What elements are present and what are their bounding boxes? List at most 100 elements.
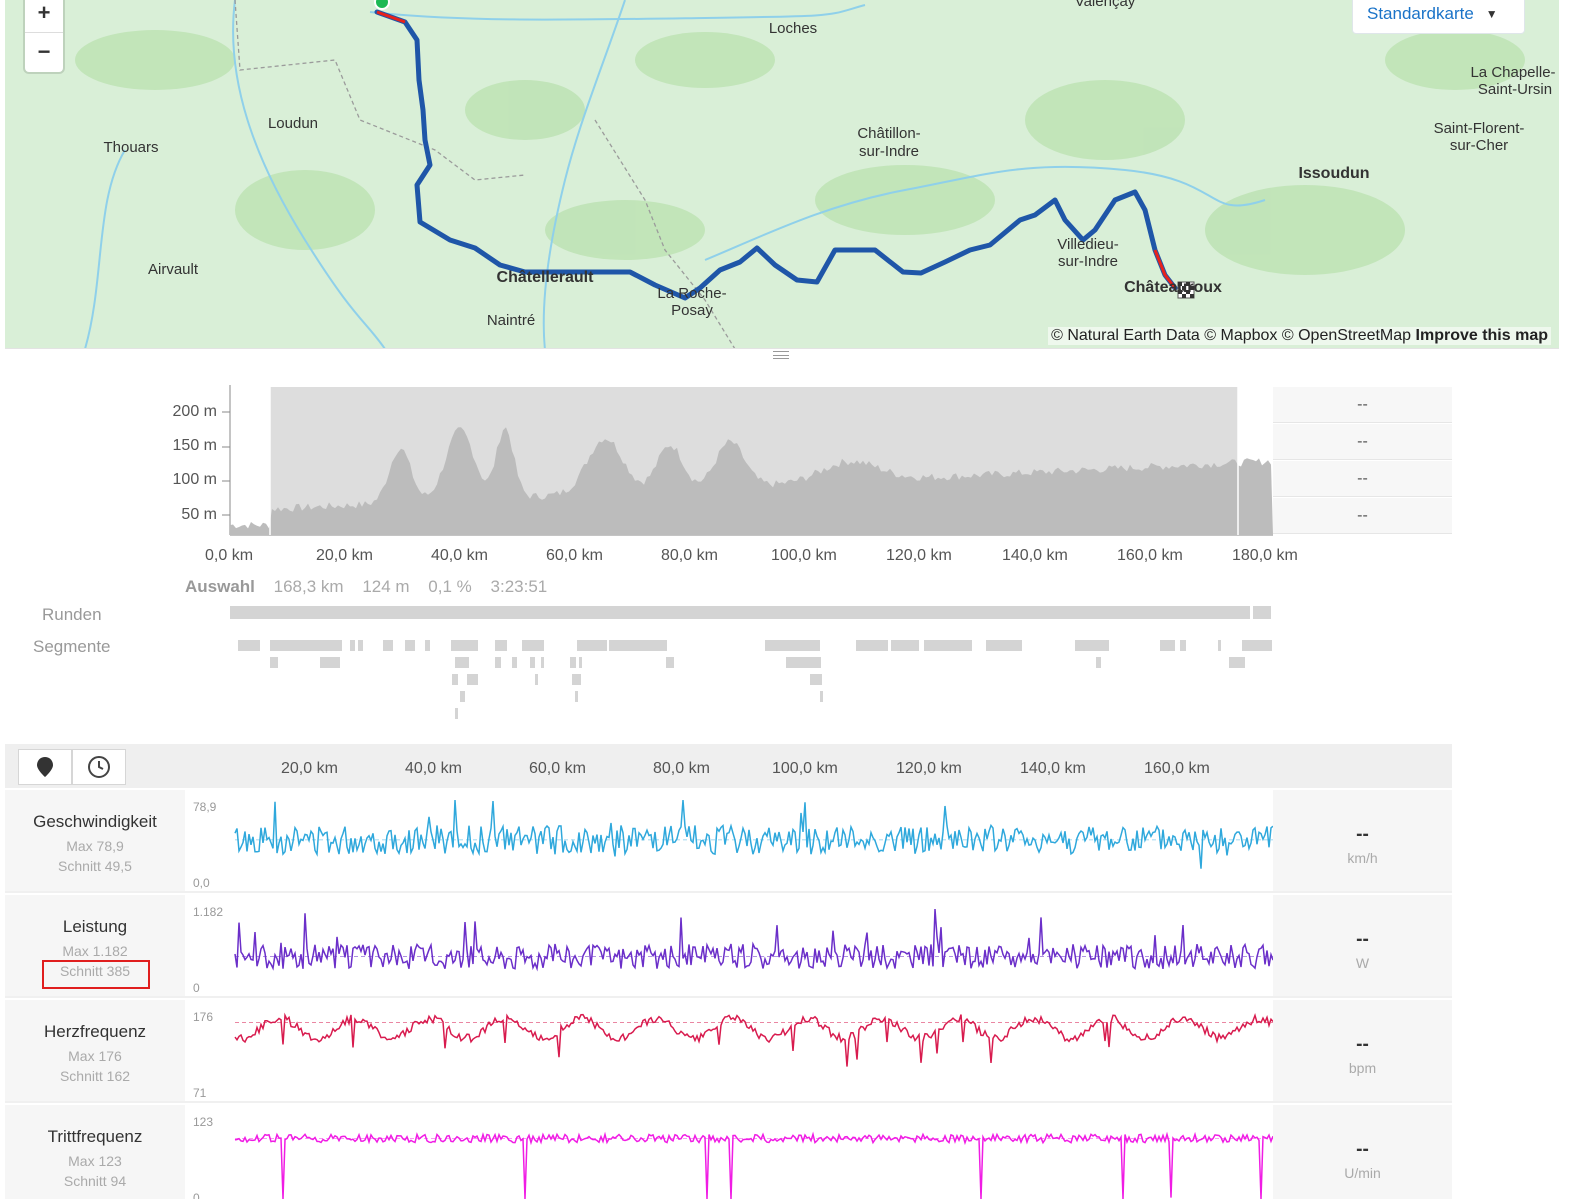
stream-side: -- W <box>1273 895 1452 996</box>
stream-y-min: 0,0 <box>193 876 210 890</box>
selection-grade: 0,1 % <box>428 577 472 596</box>
elev-x-tick: 40,0 km <box>431 547 488 564</box>
stream-name: Herzfrequenz <box>43 1022 147 1041</box>
elevation-profile: 200 m 150 m 100 m 50 m 0,0 km 20,0 km 40… <box>0 365 1569 745</box>
map-canvas: Valençay Loches Loudun Thouars Châtillon-sur… <box>75 0 1556 348</box>
map-style-select[interactable]: Standardkarte ▼ <box>1352 0 1525 34</box>
stream-plot[interactable]: 1.182 0 <box>185 895 1274 996</box>
stream-current-value: -- <box>1356 1139 1369 1160</box>
stream-unit: W <box>1355 955 1370 971</box>
elev-side-value: -- <box>1273 424 1452 460</box>
map-place-label: La Roche- <box>657 285 726 302</box>
stream-label: Geschwindigkeit Max 78,9 Schnitt 49,5 <box>5 790 185 891</box>
stream-label: Herzfrequenz Max 176 Schnitt 162 <box>5 1000 185 1101</box>
stream-side: -- km/h <box>1273 790 1452 891</box>
map-place-label: Saint-Ursin <box>1478 81 1552 98</box>
map-place-label: Thouars <box>103 139 158 156</box>
map-place-label: Issoudun <box>1298 165 1369 182</box>
improve-map-link[interactable]: Improve this map <box>1416 327 1548 344</box>
stream-y-max: 78,9 <box>193 800 217 814</box>
stream-max: Max 78,9 <box>66 838 124 854</box>
stream-name: Leistung <box>62 917 128 936</box>
map-place-label: Airvault <box>148 261 199 278</box>
selection-distance: 168,3 km <box>273 577 344 596</box>
stream-y-max: 123 <box>193 1115 214 1129</box>
map-place-label: Loches <box>769 20 817 37</box>
streams-x-tick: 80,0 km <box>653 760 710 777</box>
time-mode-button[interactable] <box>72 749 126 785</box>
stream-series-line <box>234 799 1274 869</box>
map-place-label: sur-Indre <box>859 143 919 160</box>
elev-x-tick: 120,0 km <box>886 547 952 564</box>
elev-y-tick: 50 m <box>181 506 217 523</box>
zoom-control: + − <box>25 0 63 72</box>
clock-icon <box>88 756 110 778</box>
stream-label: Trittfrequenz Max 123 Schnitt 94 <box>5 1105 185 1199</box>
map-place-label: Châteauroux <box>1124 279 1222 296</box>
streams-header: 20,0 km 40,0 km 60,0 km 80,0 km 100,0 km… <box>5 744 1452 788</box>
map-attribution: © Natural Earth Data © Mapbox © OpenStre… <box>1048 327 1551 345</box>
stream-row-speed: Geschwindigkeit Max 78,9 Schnitt 49,5 78… <box>5 790 1452 893</box>
map-place-label: Loudun <box>268 115 318 132</box>
elev-x-tick: 80,0 km <box>661 547 718 564</box>
elev-x-tick: 140,0 km <box>1002 547 1068 564</box>
stream-side: -- U/min <box>1273 1105 1452 1199</box>
selection-time: 3:23:51 <box>490 577 548 596</box>
stream-row-cadence: Trittfrequenz Max 123 Schnitt 94 123 0 -… <box>5 1105 1452 1199</box>
segments-label: Segmente <box>33 637 111 656</box>
stream-y-min: 71 <box>193 1086 207 1100</box>
stream-plot[interactable]: 123 0 <box>185 1105 1274 1199</box>
stream-unit: bpm <box>1348 1060 1377 1076</box>
stream-y-max: 1.182 <box>193 905 224 919</box>
map-place-label: Villedieu- <box>1057 236 1118 253</box>
elev-y-tick: 200 m <box>172 403 217 420</box>
distance-mode-button[interactable] <box>18 749 72 785</box>
elev-side-value: -- <box>1273 461 1452 497</box>
elev-x-tick: 0,0 km <box>205 547 254 564</box>
stream-y-min: 0 <box>193 981 200 995</box>
stream-row-power: Leistung Max 1.182 Schnitt 385 1.182 0 -… <box>5 895 1452 998</box>
streams-x-tick: 160,0 km <box>1144 760 1210 777</box>
stream-max: Max 123 <box>68 1153 122 1169</box>
stream-name: Geschwindigkeit <box>33 812 157 831</box>
highlight-box <box>42 960 150 989</box>
map-place-label: Châtillon- <box>857 125 920 142</box>
stream-avg: Schnitt 94 <box>63 1173 127 1189</box>
selection-summary: Auswahl 168,3 km 124 m 0,1 % 3:23:51 <box>185 577 561 597</box>
chevron-down-icon: ▼ <box>1485 7 1498 21</box>
map-style-label: Standardkarte <box>1367 4 1474 23</box>
streams-x-tick: 100,0 km <box>772 760 838 777</box>
map-place-label: Saint-Florent- <box>1434 120 1525 137</box>
stream-name: Trittfrequenz <box>47 1127 143 1146</box>
route-map[interactable]: Valençay Loches Loudun Thouars Châtillon-sur… <box>5 0 1559 349</box>
stream-current-value: -- <box>1356 824 1369 845</box>
stream-unit: km/h <box>1347 850 1378 866</box>
streams-x-tick: 20,0 km <box>281 760 338 777</box>
selection-label: Auswahl <box>185 577 255 596</box>
stream-avg: Schnitt 162 <box>59 1068 131 1084</box>
stream-y-min: 0 <box>193 1191 200 1199</box>
laps-label: Runden <box>42 605 102 624</box>
zoom-out-button[interactable]: − <box>25 32 63 70</box>
map-place-label: Naintré <box>487 312 535 329</box>
elev-x-tick: 160,0 km <box>1117 547 1183 564</box>
map-pin-icon <box>37 757 53 777</box>
speed-line <box>234 799 1274 869</box>
zoom-in-button[interactable]: + <box>25 0 63 32</box>
stream-series-line <box>234 908 1274 972</box>
streams-x-tick: 140,0 km <box>1020 760 1086 777</box>
stream-plot[interactable]: 176 71 <box>185 1000 1274 1101</box>
streams-x-tick: 40,0 km <box>405 760 462 777</box>
route-line <box>374 9 1178 301</box>
stream-avg: Schnitt 49,5 <box>58 858 132 874</box>
resize-handle[interactable] <box>773 351 789 359</box>
streams-x-tick: 60,0 km <box>529 760 586 777</box>
map-place-label: Posay <box>671 302 713 319</box>
start-marker[interactable] <box>374 0 390 10</box>
power-line <box>234 908 1274 972</box>
stream-series-line <box>234 1131 1274 1199</box>
cadence-line <box>234 1131 1274 1199</box>
stream-plot[interactable]: 78,9 0,0 <box>185 790 1274 891</box>
stream-current-value: -- <box>1356 929 1369 950</box>
stream-max: Max 176 <box>68 1048 122 1064</box>
